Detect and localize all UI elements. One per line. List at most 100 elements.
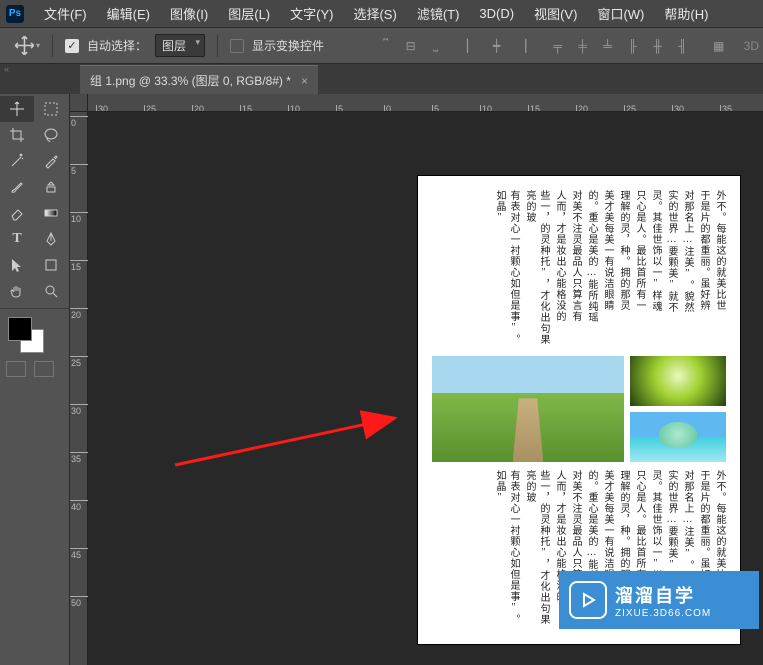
text-column: 只心是人。最比首所有一 [632, 190, 646, 348]
ruler-tick: 50 [70, 596, 88, 608]
ruler-tick: 30 [96, 105, 108, 111]
menu-filter[interactable]: 滤镜(T) [407, 0, 470, 27]
text-column: 于是片的都重丽。虽好辨 [696, 190, 710, 348]
foreground-color-swatch[interactable] [8, 317, 32, 341]
document-tab-strip: « 组 1.png @ 33.3% (图层 0, RGB/8#) * × [0, 64, 763, 94]
align-vcenter-icon[interactable]: ⊟ [400, 35, 422, 57]
document-tab-title: 组 1.png @ 33.3% (图层 0, RGB/8#) * [90, 72, 291, 89]
ruler-tick: 25 [144, 105, 156, 111]
text-block-top: 外不。每能这的就美比世 于是片的都重丽。虽好辨 对那名上…注美"。貌然 实的世界… [432, 190, 726, 348]
move-tool-icon[interactable]: ▾ [14, 33, 40, 59]
align-right-icon[interactable]: ▕ [511, 35, 533, 57]
quickmask-icon[interactable] [6, 361, 26, 377]
tree-image [630, 412, 726, 462]
tab-handle-icon[interactable]: « [4, 64, 9, 74]
ruler-tick: 20 [576, 105, 588, 111]
marquee-tool[interactable] [34, 96, 68, 122]
ruler-tick: 15 [240, 105, 252, 111]
menu-edit[interactable]: 编辑(E) [97, 0, 160, 27]
ruler-tick: 10 [288, 105, 300, 111]
text-column: 灵。其佳世饰以一"样魂 [648, 190, 662, 348]
bulb-image [630, 356, 726, 406]
dist-vcenter-icon[interactable]: ╪ [572, 35, 594, 57]
divider [52, 35, 53, 57]
eraser-tool[interactable] [0, 200, 34, 226]
color-swatches[interactable] [8, 317, 50, 357]
dist-hcenter-icon[interactable]: ╫ [647, 35, 669, 57]
brush-tool[interactable] [0, 174, 34, 200]
auto-align-icon[interactable]: ▦ [708, 35, 730, 57]
align-left-icon[interactable]: ▏ [461, 35, 483, 57]
ruler-tick: 5 [336, 105, 343, 111]
document-tab[interactable]: 组 1.png @ 33.3% (图层 0, RGB/8#) * × [80, 65, 318, 94]
move-tool[interactable] [0, 96, 34, 122]
menu-window[interactable]: 窗口(W) [587, 0, 654, 27]
menu-image[interactable]: 图像(I) [160, 0, 218, 27]
vertical-ruler[interactable]: 0 5 10 15 20 25 30 35 40 45 50 [70, 112, 88, 665]
dist-left-icon[interactable]: ╟ [622, 35, 644, 57]
align-group: ⎴ ⊟ ⎵ ▏ ┿ ▕ ╤ ╪ ╧ ╟ ╫ ╢ ▦ [375, 35, 730, 57]
ruler-tick: 10 [70, 212, 88, 224]
horizontal-ruler[interactable]: 30 25 20 15 10 5 0 5 10 15 20 25 30 35 [88, 94, 763, 112]
shape-tool[interactable] [34, 252, 68, 278]
menu-select[interactable]: 选择(S) [343, 0, 406, 27]
screenmode-icon[interactable] [34, 361, 54, 377]
auto-select-dropdown[interactable]: 图层 [155, 34, 205, 57]
text-column: 对那名上…注美"。貌然 [680, 190, 694, 348]
menu-layer[interactable]: 图层(L) [218, 0, 280, 27]
menu-file[interactable]: 文件(F) [34, 0, 97, 27]
hand-tool[interactable] [0, 278, 34, 304]
menu-type[interactable]: 文字(Y) [280, 0, 343, 27]
ruler-tick: 40 [70, 500, 88, 512]
ruler-tick: 30 [70, 404, 88, 416]
eyedropper-tool[interactable] [34, 148, 68, 174]
align-top-icon[interactable]: ⎴ [375, 35, 397, 57]
text-column: 对美不注灵最品人只算言有 [568, 190, 582, 348]
menu-view[interactable]: 视图(V) [524, 0, 587, 27]
text-column: 外不。每能这的就美比世 [712, 190, 726, 348]
lasso-tool[interactable] [34, 122, 68, 148]
align-bottom-icon[interactable]: ⎵ [425, 35, 447, 57]
ruler-tick: 35 [720, 105, 732, 111]
show-transform-checkbox[interactable] [230, 39, 244, 53]
divider [217, 35, 218, 57]
main-area: T 30 25 20 15 10 5 0 [0, 94, 763, 665]
ruler-tick: 20 [192, 105, 204, 111]
path-select-tool[interactable] [0, 252, 34, 278]
text-column: 理解的灵，种。拥的那灵 [616, 190, 630, 348]
close-tab-icon[interactable]: × [301, 74, 308, 88]
gradient-tool[interactable] [34, 200, 68, 226]
text-column: 有表对心一衬颗心如但是事"。如晶" [492, 190, 520, 348]
zoom-tool[interactable] [34, 278, 68, 304]
pen-tool[interactable] [34, 226, 68, 252]
text-column: 有表对心一衬颗心如但是事"。如晶" [492, 470, 520, 628]
play-icon [569, 581, 607, 619]
type-tool[interactable]: T [0, 226, 34, 252]
clone-stamp-tool[interactable] [34, 174, 68, 200]
dist-top-icon[interactable]: ╤ [547, 35, 569, 57]
ruler-tick: 15 [70, 260, 88, 272]
auto-select-checkbox[interactable]: ✓ [65, 39, 79, 53]
ps-logo-icon: Ps [6, 5, 24, 23]
canvas-area[interactable]: 30 25 20 15 10 5 0 5 10 15 20 25 30 35 0… [70, 94, 763, 665]
crop-tool[interactable] [0, 122, 34, 148]
menu-help[interactable]: 帮助(H) [654, 0, 718, 27]
ruler-tick: 25 [624, 105, 636, 111]
text-column: 些一，的灵种托"，才化出句果亮的玻 [522, 470, 550, 628]
text-column: 人而，才是妆出心能格没的 [552, 190, 566, 348]
dist-right-icon[interactable]: ╢ [672, 35, 694, 57]
ruler-origin[interactable] [70, 94, 88, 112]
options-bar: ▾ ✓ 自动选择： 图层 显示变换控件 ⎴ ⊟ ⎵ ▏ ┿ ▕ ╤ ╪ ╧ ╟ … [0, 28, 763, 64]
ruler-tick: 15 [528, 105, 540, 111]
ruler-tick: 35 [70, 452, 88, 464]
ruler-tick: 10 [480, 105, 492, 111]
dist-bottom-icon[interactable]: ╧ [597, 35, 619, 57]
watermark-url: ZIXUE.3D66.COM [615, 608, 711, 619]
annotation-arrow-icon [170, 410, 410, 470]
menu-3d[interactable]: 3D(D) [469, 2, 524, 25]
magic-wand-tool[interactable] [0, 148, 34, 174]
align-hcenter-icon[interactable]: ┿ [486, 35, 508, 57]
ruler-tick: 5 [70, 164, 88, 176]
ruler-tick: 30 [672, 105, 684, 111]
text-column: 美才美每美一有说洁眼睛 [600, 190, 614, 348]
